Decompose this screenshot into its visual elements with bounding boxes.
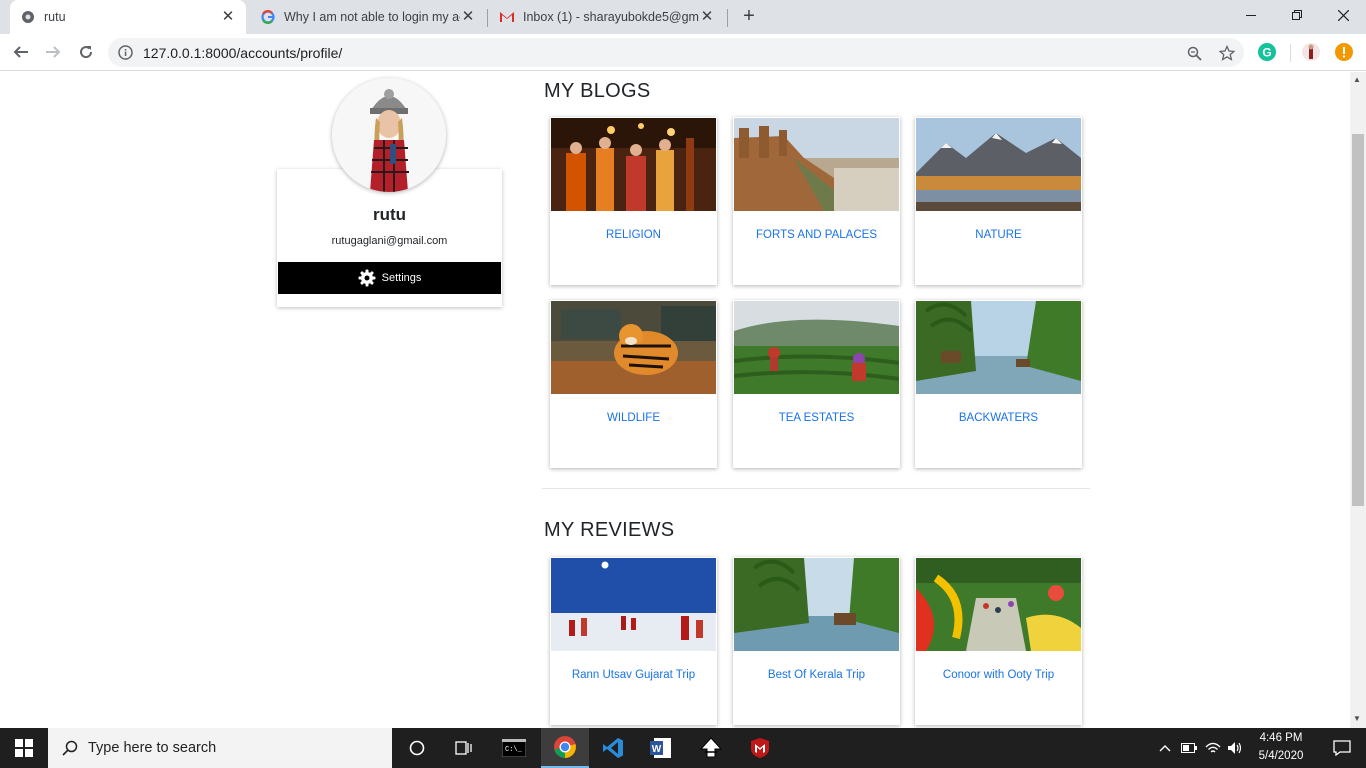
- terminal-taskbar-icon[interactable]: C:\_: [492, 728, 536, 768]
- star-icon[interactable]: [1218, 44, 1236, 62]
- gear-icon: [358, 269, 376, 287]
- browser-toolbar: 127.0.0.1:8000/accounts/profile/ G: [0, 34, 1366, 71]
- toolbar-divider: [1290, 44, 1291, 62]
- blog-card-label[interactable]: WILDLIFE: [550, 412, 717, 424]
- search-placeholder: Type here to search: [88, 740, 217, 756]
- google-icon: [260, 9, 276, 25]
- wifi-icon[interactable]: [1202, 728, 1224, 768]
- gmail-icon: [499, 9, 515, 25]
- kerala-image: [734, 558, 899, 651]
- svg-text:W: W: [652, 744, 662, 755]
- back-button[interactable]: [7, 38, 35, 66]
- close-icon[interactable]: ✕: [460, 9, 476, 25]
- rann-utsav-image: [551, 558, 716, 651]
- globe-icon: [20, 9, 36, 25]
- tab-gmail-inbox[interactable]: Inbox (1) - sharayubokde5@gma ✕: [489, 0, 725, 34]
- url-text: 127.0.0.1:8000/accounts/profile/: [143, 45, 343, 61]
- review-card-conoor-ooty[interactable]: Conoor with Ooty Trip: [915, 557, 1082, 725]
- review-card-label[interactable]: Conoor with Ooty Trip: [915, 669, 1082, 681]
- notification-icon: [1333, 740, 1351, 756]
- profile-email: rutugaglani@gmail.com: [331, 235, 448, 247]
- forward-button[interactable]: [39, 38, 67, 66]
- section-divider: [542, 488, 1090, 489]
- volume-icon[interactable]: [1224, 728, 1246, 768]
- blog-card-label[interactable]: FORTS AND PALACES: [733, 229, 900, 241]
- close-icon[interactable]: ✕: [699, 9, 715, 25]
- blog-card-label[interactable]: TEA ESTATES: [733, 412, 900, 424]
- blog-card-tea-estates[interactable]: TEA ESTATES: [733, 300, 900, 468]
- profile-avatar-icon[interactable]: [1302, 43, 1320, 61]
- review-card-label[interactable]: Rann Utsav Gujarat Trip: [550, 669, 717, 681]
- taskbar-clock-time[interactable]: 4:46 PM: [1250, 732, 1312, 744]
- cortana-button[interactable]: [396, 728, 438, 768]
- battery-icon[interactable]: [1178, 728, 1200, 768]
- review-card-rann-utsav[interactable]: Rann Utsav Gujarat Trip: [550, 557, 717, 725]
- wildlife-image: [551, 301, 716, 394]
- task-view-button[interactable]: [442, 728, 486, 768]
- browser-tabstrip: rutu ✕ Why I am not able to login my ac …: [0, 0, 1366, 34]
- tea-estates-image: [734, 301, 899, 394]
- forts-image: [734, 118, 899, 211]
- settings-label: Settings: [381, 272, 422, 284]
- cortana-icon: [409, 740, 425, 756]
- windows-icon: [15, 739, 33, 757]
- blog-card-label[interactable]: NATURE: [915, 229, 1082, 241]
- tab-separator: [727, 9, 728, 27]
- blog-card-backwaters[interactable]: BACKWATERS: [915, 300, 1082, 468]
- blog-card-religion[interactable]: RELIGION: [550, 117, 717, 285]
- search-icon: [62, 740, 78, 756]
- tab-title: Inbox (1) - sharayubokde5@gma: [523, 10, 699, 24]
- settings-button[interactable]: Settings: [278, 262, 501, 294]
- vscode-taskbar-icon[interactable]: [591, 728, 635, 768]
- taskbar-clock-date[interactable]: 5/4/2020: [1250, 750, 1312, 762]
- blog-card-nature[interactable]: NATURE: [915, 117, 1082, 285]
- close-icon[interactable]: ✕: [220, 9, 236, 25]
- avatar: [332, 78, 446, 192]
- scrollbar-thumb[interactable]: [1352, 134, 1364, 506]
- windows-taskbar: Type here to search C:\_ W 4:46 PM 5/4/2…: [0, 728, 1366, 768]
- action-center-button[interactable]: [1318, 728, 1366, 768]
- nature-image: [916, 118, 1081, 211]
- blog-card-label[interactable]: BACKWATERS: [915, 412, 1082, 424]
- new-tab-button[interactable]: +: [738, 5, 760, 27]
- religion-image: [551, 118, 716, 211]
- profile-name: rutu: [372, 205, 407, 224]
- update-alert-icon[interactable]: [1335, 43, 1353, 61]
- blog-card-wildlife[interactable]: WILDLIFE: [550, 300, 717, 468]
- scroll-up-arrow-icon[interactable]: ▲: [1353, 75, 1361, 84]
- chrome-taskbar-icon[interactable]: [541, 728, 589, 768]
- svg-text:C:\_: C:\_: [505, 746, 523, 754]
- task-view-icon: [455, 741, 472, 755]
- blog-card-label[interactable]: RELIGION: [550, 229, 717, 241]
- tab-separator: [487, 9, 488, 27]
- restore-button[interactable]: [1274, 0, 1320, 30]
- taskbar-search-box[interactable]: Type here to search: [48, 728, 392, 768]
- show-hidden-icons-button[interactable]: [1154, 728, 1176, 768]
- review-card-best-of-kerala[interactable]: Best Of Kerala Trip: [733, 557, 900, 725]
- close-window-button[interactable]: [1320, 0, 1366, 30]
- ooty-garden-image: [916, 558, 1081, 651]
- tab-rutu[interactable]: rutu ✕: [10, 0, 246, 34]
- scroll-down-arrow-icon[interactable]: ▼: [1353, 714, 1361, 723]
- blogs-section-title: MY BLOGS: [544, 80, 651, 102]
- minimize-button[interactable]: [1228, 0, 1274, 30]
- word-taskbar-icon[interactable]: W: [639, 728, 683, 768]
- tab-google-search[interactable]: Why I am not able to login my ac ✕: [250, 0, 486, 34]
- address-bar[interactable]: 127.0.0.1:8000/accounts/profile/: [108, 38, 1244, 67]
- blog-card-forts-and-palaces[interactable]: FORTS AND PALACES: [733, 117, 900, 285]
- svg-text:G: G: [1262, 46, 1271, 60]
- zoom-icon[interactable]: [1185, 44, 1203, 62]
- inkscape-taskbar-icon[interactable]: [689, 728, 733, 768]
- tab-title: Why I am not able to login my ac: [284, 10, 460, 24]
- reviews-section-title: MY REVIEWS: [544, 519, 675, 541]
- backwaters-image: [916, 301, 1081, 394]
- grammarly-extension-icon[interactable]: G: [1258, 43, 1276, 61]
- start-button[interactable]: [0, 728, 48, 768]
- info-icon[interactable]: [118, 45, 133, 65]
- review-card-label[interactable]: Best Of Kerala Trip: [733, 669, 900, 681]
- tab-title: rutu: [44, 10, 66, 24]
- page-scrollbar[interactable]: ▲ ▼: [1350, 72, 1366, 728]
- reload-button[interactable]: [72, 38, 100, 66]
- mcafee-taskbar-icon[interactable]: [738, 728, 782, 768]
